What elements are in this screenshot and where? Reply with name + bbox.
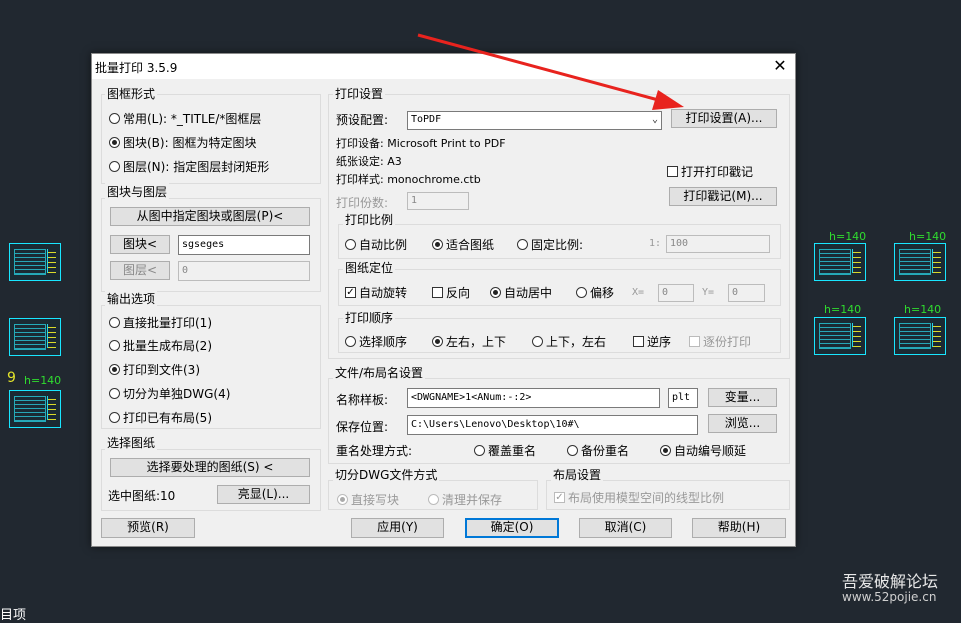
watermark-title: 吾爱破解论坛: [842, 572, 939, 591]
red-arrow-annotation: [417, 33, 684, 110]
watermark-url: www.52pojie.cn: [842, 590, 937, 604]
